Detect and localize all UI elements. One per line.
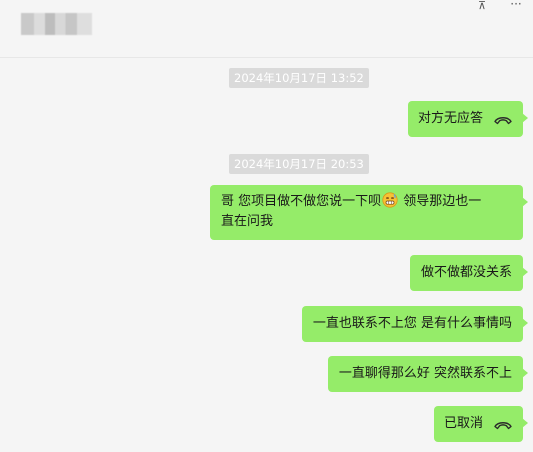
message-line-1: 哥 您项目做不做您说一下呗 领导那边也一 <box>221 192 512 212</box>
message-line-2: 直在问我 <box>221 214 274 229</box>
message-text: 一直聊得那么好 突然联系不上 <box>338 366 512 381</box>
chat-header: ⊼ ··· <box>0 0 533 58</box>
call-status-text: 对方无应答 <box>417 111 483 126</box>
more-icon[interactable]: ··· <box>509 0 523 12</box>
call-row: 已取消 <box>444 414 513 434</box>
timestamp: 2024年10月17日 20:53 <box>229 154 369 174</box>
phone-hangup-icon <box>494 117 512 125</box>
call-row: 对方无应答 <box>418 109 513 129</box>
message-text: 哥 您项目做不做您说一下呗 <box>221 194 382 209</box>
call-record-bubble[interactable]: 对方无应答 <box>407 101 529 137</box>
message-text: 做不做都没关系 <box>420 265 512 280</box>
call-status-text: 已取消 <box>443 416 483 431</box>
message-bubble[interactable]: 哥 您项目做不做您说一下呗 领导那边也一 直在问我 <box>210 185 528 240</box>
message-bubble[interactable]: 一直聊得那么好 突然联系不上 <box>327 356 529 392</box>
timestamp: 2024年10月17日 13:52 <box>229 68 369 88</box>
grimace-emoji-icon <box>382 192 398 208</box>
message-list[interactable]: 2024年10月17日 13:52 对方无应答 2024年10月17日 20:5… <box>0 58 533 452</box>
pin-icon[interactable]: ⊼ <box>476 0 488 12</box>
call-record-bubble[interactable]: 已取消 <box>433 406 529 442</box>
message-text: 一直也联系不上您 是有什么事情吗 <box>312 316 512 331</box>
message-bubble[interactable]: 做不做都没关系 <box>409 255 529 291</box>
message-bubble[interactable]: 一直也联系不上您 是有什么事情吗 <box>301 306 529 342</box>
message-text: 领导那边也一 <box>399 194 482 209</box>
phone-hangup-icon <box>494 422 512 430</box>
chat-window: ⊼ ··· 2024年10月17日 13:52 对方无应答 2024年10月17… <box>0 0 533 452</box>
contact-name-blurred[interactable] <box>21 13 92 35</box>
